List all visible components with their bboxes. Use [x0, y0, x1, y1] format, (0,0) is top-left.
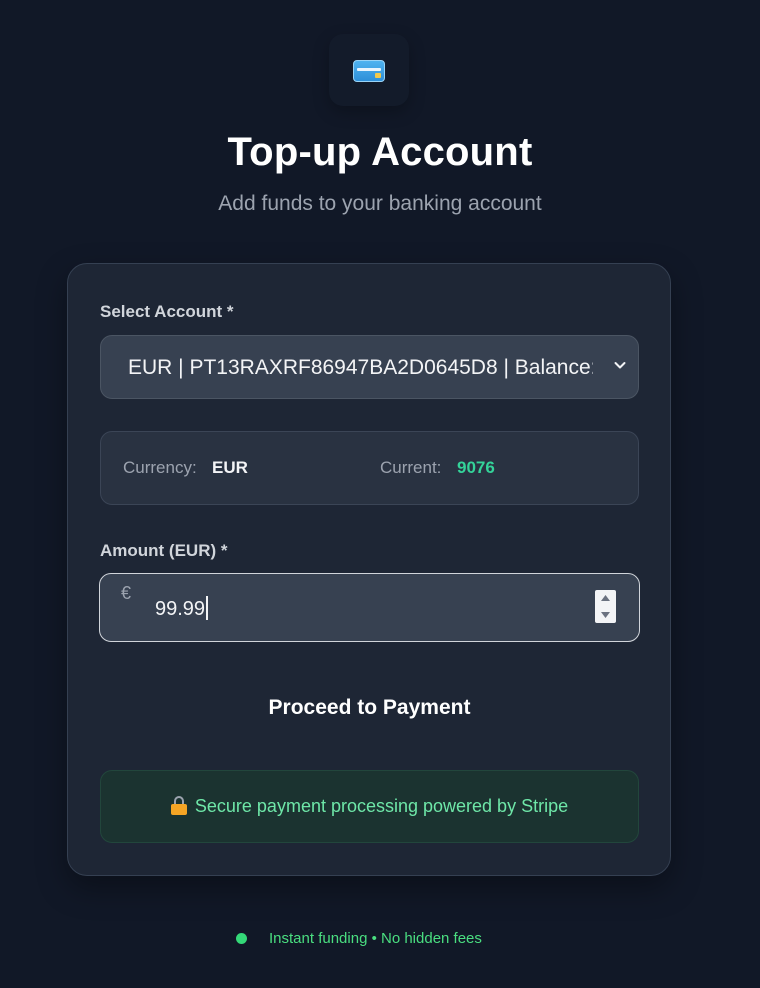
topup-form-card: Select Account * EUR | PT13RAXRF86947BA2…: [67, 263, 671, 876]
secure-payment-text: Secure payment processing powered by Str…: [194, 796, 569, 816]
amount-input[interactable]: € 99.99: [99, 573, 640, 642]
euro-symbol: €: [121, 583, 132, 603]
footer: Instant funding • No hidden fees: [0, 930, 760, 950]
chevron-down-icon: [614, 362, 626, 369]
header-icon-box: [329, 34, 409, 106]
credit-card-icon: [353, 60, 385, 82]
stepper-up-icon[interactable]: [595, 590, 616, 606]
amount-stepper[interactable]: [595, 590, 616, 623]
lock-icon: [170, 796, 187, 815]
select-account-label: Select Account *: [100, 302, 234, 321]
account-select[interactable]: EUR | PT13RAXRF86947BA2D0645D8 | Balance…: [100, 335, 639, 399]
page-subtitle: Add funds to your banking account: [218, 192, 542, 215]
current-balance-value: 9076: [457, 458, 495, 477]
amount-label: Amount (EUR) *: [100, 541, 228, 560]
stepper-down-icon[interactable]: [595, 607, 616, 623]
text-caret: [206, 596, 208, 620]
status-dot-icon: [236, 933, 247, 944]
secure-payment-banner: Secure payment processing powered by Str…: [100, 770, 639, 843]
currency-value: EUR: [212, 458, 248, 477]
account-info-box: Currency: EUR Current: 9076: [100, 431, 639, 505]
account-select-value: EUR | PT13RAXRF86947BA2D0645D8 | Balance…: [128, 356, 593, 379]
page-title: Top-up Account: [227, 130, 533, 174]
proceed-to-payment-button[interactable]: Proceed to Payment: [100, 680, 639, 736]
footer-text: Instant funding • No hidden fees: [269, 930, 482, 947]
amount-value: 99.99: [155, 596, 208, 621]
secure-payment-content: Secure payment processing powered by Str…: [101, 796, 638, 817]
currency-label: Currency:: [123, 458, 197, 477]
current-balance-label: Current:: [380, 458, 442, 477]
topup-page: Top-up Account Add funds to your banking…: [0, 0, 760, 988]
amount-value-text: 99.99: [155, 598, 206, 620]
